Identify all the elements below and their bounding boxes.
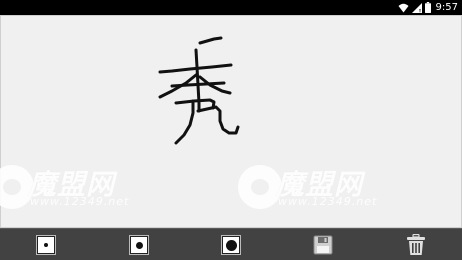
- stroke-1: [198, 36, 223, 45]
- battery-icon: [424, 2, 431, 13]
- save-button[interactable]: [309, 231, 337, 259]
- large-dot-icon: [221, 235, 241, 255]
- app-screen: 9:57 魔盟网 www.12349.net 魔盟网 www.12349.net: [0, 0, 462, 260]
- clock-time: 9:57: [435, 2, 458, 13]
- stroke-8: [174, 99, 195, 145]
- clear-button[interactable]: [402, 231, 430, 259]
- status-bar: 9:57: [0, 0, 462, 15]
- stroke-7: [174, 98, 216, 110]
- bottom-toolbar: [0, 228, 462, 260]
- signal-icon: [411, 2, 422, 13]
- floppy-disk-icon: [313, 235, 333, 255]
- wifi-icon: [398, 3, 409, 12]
- drawing-canvas[interactable]: 魔盟网 www.12349.net 魔盟网 www.12349.net: [0, 15, 462, 228]
- handwritten-character: [158, 36, 240, 145]
- brush-small-button[interactable]: [32, 231, 60, 259]
- stroke-9: [196, 105, 240, 135]
- brush-medium-button[interactable]: [125, 231, 153, 259]
- brush-large-button[interactable]: [217, 231, 245, 259]
- stroke-6: [170, 81, 226, 88]
- small-dot-icon: [36, 235, 56, 255]
- medium-dot-icon: [129, 235, 149, 255]
- status-icons: 9:57: [398, 1, 458, 14]
- trash-icon: [407, 234, 425, 255]
